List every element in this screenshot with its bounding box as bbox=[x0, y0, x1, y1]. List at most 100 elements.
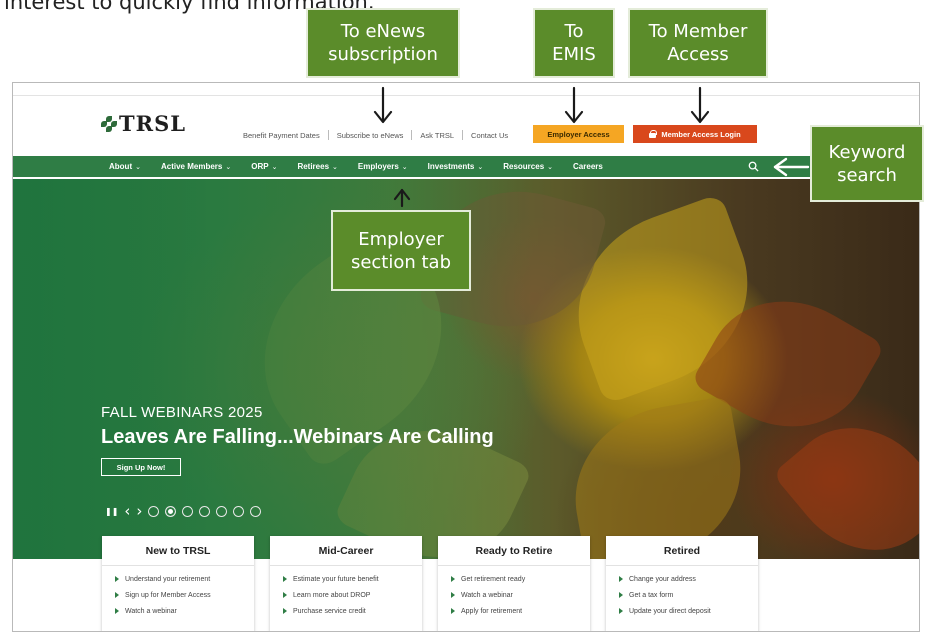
card-link-label: Apply for retirement bbox=[461, 607, 523, 615]
search-icon[interactable] bbox=[748, 161, 759, 172]
callout-line: To bbox=[564, 21, 584, 42]
card-link[interactable]: Estimate your future benefit bbox=[283, 571, 422, 587]
card-title: Ready to Retire bbox=[475, 545, 553, 557]
card-title: New to TRSL bbox=[145, 545, 211, 557]
card-link-label: Estimate your future benefit bbox=[293, 575, 379, 583]
card-link[interactable]: Apply for retirement bbox=[451, 603, 590, 619]
chevron-down-icon: ⌄ bbox=[271, 164, 278, 171]
arrow-right-icon bbox=[115, 608, 119, 614]
arrow-right-icon bbox=[619, 608, 623, 614]
prev-slide-icon[interactable]: ‹ bbox=[124, 502, 130, 520]
card-title: Mid-Career bbox=[318, 545, 374, 557]
card-link-label: Update your direct deposit bbox=[629, 607, 711, 615]
link-contact-us[interactable]: Contact Us bbox=[471, 131, 508, 140]
nav-orp[interactable]: ORP ⌄ bbox=[251, 162, 277, 171]
nav-retirees[interactable]: Retirees ⌄ bbox=[297, 162, 337, 171]
callout-line: Access bbox=[667, 44, 729, 65]
callout-employer-tab: Employer section tab bbox=[331, 210, 471, 291]
card-retired: Retired Change your address Get a tax fo… bbox=[606, 536, 758, 631]
callout-line: To eNews bbox=[340, 21, 426, 42]
slide-dot-6[interactable] bbox=[233, 505, 245, 517]
sign-up-button[interactable]: Sign Up Now! bbox=[101, 458, 181, 476]
lock-icon bbox=[649, 130, 658, 138]
chevron-down-icon: ⌄ bbox=[332, 164, 338, 171]
card-link-label: Purchase service credit bbox=[293, 607, 366, 615]
card-link-label: Get a tax form bbox=[629, 591, 674, 599]
card-link[interactable]: Get retirement ready bbox=[451, 571, 590, 587]
arrow-right-icon bbox=[451, 592, 455, 598]
arrow-right-icon bbox=[283, 576, 287, 582]
card-link[interactable]: Purchase service credit bbox=[283, 603, 422, 619]
divider bbox=[606, 565, 758, 566]
nav-resources[interactable]: Resources ⌄ bbox=[503, 162, 553, 171]
chevron-down-icon: ⌄ bbox=[401, 164, 408, 171]
nav-employers[interactable]: Employers ⌄ bbox=[358, 162, 408, 171]
nav-label: Careers bbox=[573, 162, 603, 171]
main-nav: About ⌄ Active Members ⌄ ORP ⌄ Retirees ⌄ Em… bbox=[13, 156, 919, 177]
arrow-right-icon bbox=[115, 592, 119, 598]
card-link[interactable]: Watch a webinar bbox=[451, 587, 590, 603]
callout-line: Keyword bbox=[828, 141, 906, 163]
card-link[interactable]: Update your direct deposit bbox=[619, 603, 758, 619]
slide-dot-4[interactable] bbox=[199, 505, 211, 517]
arrow-right-icon bbox=[619, 592, 623, 598]
card-title: Retired bbox=[663, 545, 701, 557]
nav-label: Investments bbox=[427, 162, 475, 171]
card-link[interactable]: Get a tax form bbox=[619, 587, 758, 603]
trsl-logo[interactable]: TRSL bbox=[101, 111, 186, 136]
callout-line: EMIS bbox=[552, 44, 596, 65]
slide-dot-3[interactable] bbox=[182, 505, 194, 517]
logo-text: TRSL bbox=[119, 111, 187, 136]
link-subscribe-enews[interactable]: Subscribe to eNews bbox=[337, 131, 404, 140]
nav-active-members[interactable]: Active Members ⌄ bbox=[161, 162, 231, 171]
hero-eyebrow: FALL WEBINARS 2025 bbox=[101, 404, 263, 421]
arrow-right-icon bbox=[451, 576, 455, 582]
arrow-right-icon bbox=[283, 592, 287, 598]
divider bbox=[102, 565, 254, 566]
link-benefit-payment-dates[interactable]: Benefit Payment Dates bbox=[243, 131, 320, 140]
slide-dot-2[interactable] bbox=[165, 505, 177, 517]
logo-mark-icon bbox=[101, 115, 117, 132]
divider bbox=[411, 130, 413, 140]
chevron-down-icon: ⌄ bbox=[225, 164, 232, 171]
pause-icon[interactable]: ❚❚ bbox=[105, 507, 118, 516]
divider bbox=[270, 565, 422, 566]
link-ask-trsl[interactable]: Ask TRSL bbox=[420, 131, 454, 140]
card-link[interactable]: Change your address bbox=[619, 571, 758, 587]
card-link[interactable]: Watch a webinar bbox=[115, 603, 254, 619]
slide-dot-7[interactable] bbox=[250, 505, 262, 517]
slide-dot-1[interactable] bbox=[148, 505, 160, 517]
card-new-to-trsl: New to TRSL Understand your retirement S… bbox=[102, 536, 254, 631]
nav-label: Active Members bbox=[160, 162, 223, 171]
callout-keyword-search: Keyword search bbox=[810, 125, 924, 202]
card-link-label: Change your address bbox=[629, 575, 696, 583]
next-slide-icon[interactable]: › bbox=[136, 502, 142, 520]
card-link-label: Get retirement ready bbox=[461, 575, 526, 583]
nav-label: Employers bbox=[357, 162, 399, 171]
nav-investments[interactable]: Investments ⌄ bbox=[428, 162, 484, 171]
card-ready-to-retire: Ready to Retire Get retirement ready Wat… bbox=[438, 536, 590, 631]
member-access-label: Member Access Login bbox=[661, 129, 741, 139]
arrow-right-icon bbox=[451, 608, 455, 614]
card-link-label: Sign up for Member Access bbox=[125, 591, 211, 599]
nav-label: ORP bbox=[251, 162, 269, 171]
member-access-login-button[interactable]: Member Access Login bbox=[633, 125, 757, 143]
arrow-right-icon bbox=[115, 576, 119, 582]
nav-label: About bbox=[109, 162, 133, 171]
nav-label: Resources bbox=[503, 162, 545, 171]
card-link[interactable]: Sign up for Member Access bbox=[115, 587, 254, 603]
card-link-label: Watch a webinar bbox=[125, 607, 177, 615]
card-link-label: Learn more about DROP bbox=[293, 591, 371, 599]
leaf-image bbox=[561, 395, 755, 559]
card-link[interactable]: Understand your retirement bbox=[115, 571, 254, 587]
callout-line: section tab bbox=[350, 251, 452, 273]
slide-dot-5[interactable] bbox=[216, 505, 228, 517]
card-link[interactable]: Learn more about DROP bbox=[283, 587, 422, 603]
card-mid-career: Mid-Career Estimate your future benefit … bbox=[270, 536, 422, 631]
hero-title: Leaves Are Falling...Webinars Are Callin… bbox=[101, 426, 494, 448]
nav-careers[interactable]: Careers bbox=[573, 162, 603, 171]
nav-about[interactable]: About ⌄ bbox=[109, 162, 141, 171]
chevron-down-icon: ⌄ bbox=[547, 164, 554, 171]
nav-label: Retirees bbox=[297, 162, 330, 171]
employer-access-button[interactable]: Employer Access bbox=[533, 125, 624, 143]
